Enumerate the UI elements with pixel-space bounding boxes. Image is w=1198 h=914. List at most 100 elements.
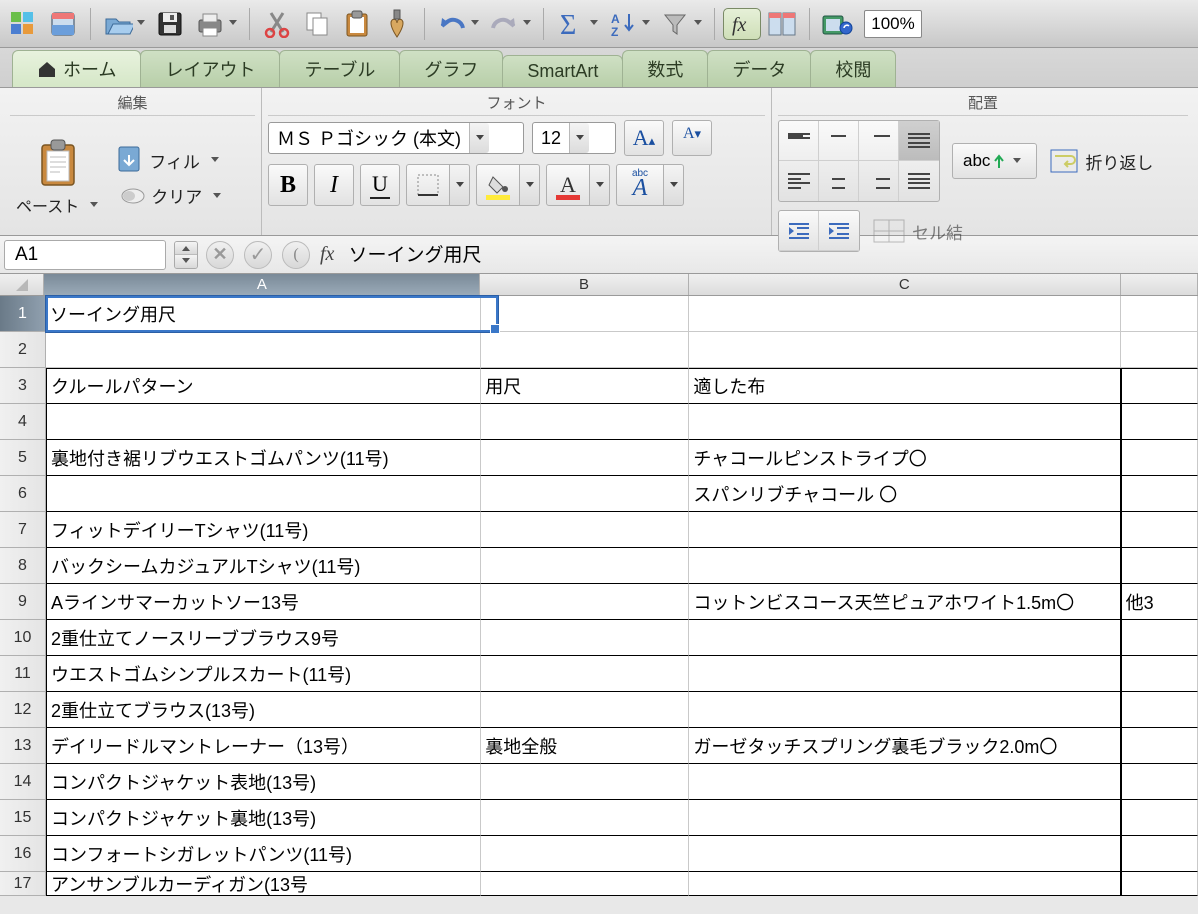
cell[interactable]: 裏地付き裾リブウエストゴムパンツ(11号)	[46, 440, 481, 476]
decrease-font-button[interactable]: A▾	[672, 120, 712, 156]
fx-label[interactable]: fx	[320, 243, 334, 266]
cell[interactable]: 他3	[1121, 584, 1198, 620]
row-head[interactable]: 9	[0, 584, 46, 620]
cell[interactable]: 用尺	[481, 368, 689, 404]
fill-button[interactable]: フィル	[115, 145, 226, 175]
cancel-formula-icon[interactable]: ✕	[206, 241, 234, 269]
col-head-d[interactable]	[1121, 274, 1198, 295]
cell[interactable]: 2重仕立てブラウス(13号)	[46, 692, 481, 728]
cell[interactable]: 2重仕立てノースリーブブラウス9号	[46, 620, 481, 656]
row-head[interactable]: 14	[0, 764, 46, 800]
cell-grid[interactable]: ソーイング用尺 クルールパターン用尺適した布 裏地付き裾リブウエストゴムパンツ(…	[46, 296, 1198, 896]
formula-input[interactable]: ソーイング用尺	[342, 240, 1194, 270]
print-icon[interactable]	[191, 6, 229, 42]
cell[interactable]	[1121, 548, 1198, 584]
cell[interactable]: ウエストゴムシンプルスカート(11号)	[46, 656, 481, 692]
cell[interactable]: コンフォートシガレットパンツ(11号)	[46, 836, 481, 872]
cell[interactable]: フィットデイリーTシャツ(11号)	[46, 512, 481, 548]
underline-button[interactable]: U	[360, 164, 400, 206]
row-head[interactable]: 12	[0, 692, 46, 728]
paste-icon-tb[interactable]	[338, 6, 376, 42]
cell[interactable]	[689, 764, 1120, 800]
row-head[interactable]: 17	[0, 872, 46, 896]
cell[interactable]: スパンリブチャコール 〇	[689, 476, 1120, 512]
cell[interactable]	[689, 296, 1120, 332]
autosum-icon[interactable]: Σ	[552, 6, 590, 42]
cell[interactable]	[481, 440, 689, 476]
cell[interactable]: ガーゼタッチスプリング裏毛ブラック2.0m〇	[689, 728, 1120, 764]
cell[interactable]	[481, 476, 689, 512]
cell[interactable]	[46, 476, 481, 512]
row-head[interactable]: 15	[0, 800, 46, 836]
row-head[interactable]: 10	[0, 620, 46, 656]
cell[interactable]: コンパクトジャケット裏地(13号)	[46, 800, 481, 836]
tab-table[interactable]: テーブル	[279, 50, 400, 87]
cell[interactable]	[1121, 692, 1198, 728]
orientation-button[interactable]: abc	[952, 143, 1037, 179]
tab-formula[interactable]: 数式	[622, 50, 708, 87]
row-head[interactable]: 7	[0, 512, 46, 548]
row-head[interactable]: 1	[0, 296, 46, 332]
cell[interactable]	[481, 332, 689, 368]
select-all-corner[interactable]	[0, 274, 44, 295]
sort-icon[interactable]: AZ	[604, 6, 642, 42]
name-box[interactable]: A1	[4, 240, 166, 270]
media-icon[interactable]	[818, 6, 856, 42]
cell[interactable]	[1121, 404, 1198, 440]
font-color-button[interactable]: A	[546, 164, 590, 206]
row-head[interactable]: 16	[0, 836, 46, 872]
cell[interactable]	[689, 872, 1120, 896]
cell[interactable]: クルールパターン	[46, 368, 481, 404]
show-panel-icon[interactable]	[44, 6, 82, 42]
cell[interactable]	[1121, 476, 1198, 512]
paren-icon[interactable]: (	[282, 241, 310, 269]
toolbox-icon[interactable]	[763, 6, 801, 42]
cell[interactable]	[689, 512, 1120, 548]
border-button[interactable]	[406, 164, 450, 206]
merge-cells-button[interactable]: セル結	[872, 218, 963, 244]
cell[interactable]	[689, 548, 1120, 584]
col-head-a[interactable]: A	[44, 274, 480, 295]
cell[interactable]	[689, 404, 1120, 440]
font-name-select[interactable]: ＭＳ Ｐゴシック (本文)	[268, 122, 524, 154]
cell[interactable]: アンサンブルカーディガン(13号	[46, 872, 481, 896]
cell[interactable]: 適した布	[689, 368, 1120, 404]
cell[interactable]: コットンビスコース天竺ピュアホワイト1.5m〇	[689, 584, 1120, 620]
cell[interactable]	[1121, 728, 1198, 764]
cell[interactable]: バックシームカジュアルTシャツ(11号)	[46, 548, 481, 584]
cell[interactable]	[1121, 800, 1198, 836]
tab-data[interactable]: データ	[707, 50, 811, 87]
cell[interactable]	[481, 656, 689, 692]
row-head[interactable]: 11	[0, 656, 46, 692]
zoom-input[interactable]: 100%	[864, 10, 922, 38]
clear-button[interactable]: クリア	[115, 183, 226, 208]
cell[interactable]	[481, 764, 689, 800]
cell[interactable]	[1121, 296, 1198, 332]
wrap-text-button[interactable]: 折り返し	[1049, 148, 1153, 174]
cell[interactable]	[1121, 764, 1198, 800]
cell[interactable]	[1121, 440, 1198, 476]
dashboard-icon[interactable]	[4, 6, 42, 42]
col-head-b[interactable]: B	[480, 274, 688, 295]
bold-button[interactable]: B	[268, 164, 308, 206]
cell[interactable]	[481, 296, 689, 332]
ruby-button[interactable]: abc A	[616, 164, 664, 206]
increase-font-button[interactable]: A▴	[624, 120, 664, 156]
tab-home[interactable]: ホーム	[12, 50, 141, 87]
cell[interactable]	[689, 332, 1120, 368]
filter-icon[interactable]	[656, 6, 694, 42]
tab-smartart[interactable]: SmartArt	[502, 55, 623, 87]
fill-color-button[interactable]	[476, 164, 520, 206]
cell[interactable]	[481, 800, 689, 836]
cell[interactable]	[1121, 836, 1198, 872]
show-formula-icon[interactable]: fx	[723, 8, 761, 40]
cell[interactable]	[46, 404, 481, 440]
cell[interactable]	[481, 836, 689, 872]
format-painter-icon[interactable]	[378, 6, 416, 42]
cell[interactable]	[481, 872, 689, 896]
spreadsheet[interactable]: A B C 1 2 3 4 5 6 7 8 9 10 11 12 13 14 1…	[0, 274, 1198, 896]
cell[interactable]	[689, 656, 1120, 692]
cell[interactable]	[1121, 368, 1198, 404]
cell[interactable]: チャコールピンストライプ〇	[689, 440, 1120, 476]
cell[interactable]	[689, 836, 1120, 872]
